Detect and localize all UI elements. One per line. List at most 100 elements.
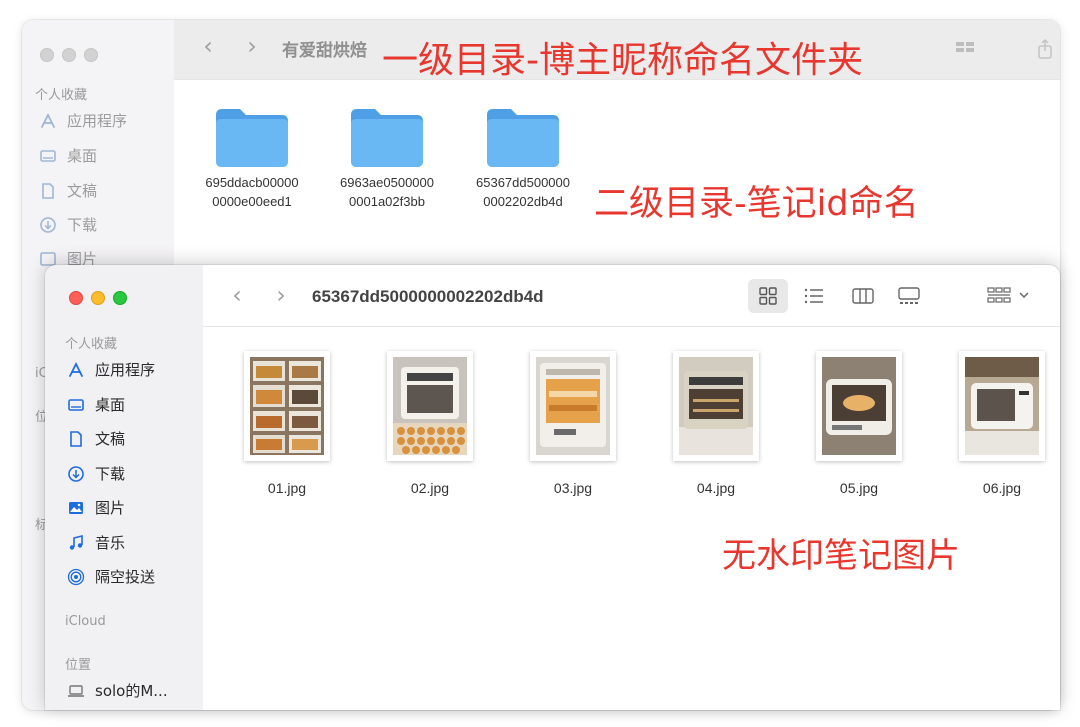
oven-white-photo [965,357,1039,455]
folder-name-line2: 0000e00eed1 [212,194,292,209]
folder-name-line2: 0001a02f3bb [349,194,425,209]
sidebar-item-label: 下载 [95,465,126,483]
zoom-button[interactable] [113,291,127,305]
columns-icon [852,288,874,304]
image-thumbnail[interactable] [816,351,902,461]
sidebar-item-label: 桌面 [67,147,98,165]
back-share-icon[interactable] [1034,38,1056,60]
sidebar-item-documents[interactable]: 文稿 [66,428,125,449]
sidebar-item-label: 隔空投送 [95,568,156,586]
folder-item[interactable]: 65367dd500000 0002202db4d [461,105,585,211]
oven-cake-photo [822,357,896,455]
oven-cookies-photo [393,357,467,455]
column-view-button[interactable] [849,285,877,307]
document-icon [38,181,58,201]
sidebar-item-airdrop[interactable]: 隔空投送 [66,566,155,587]
front-toolbar: ‹ › 65367dd5000000002202db4d [203,265,1060,327]
image-thumbnail[interactable] [673,351,759,461]
list-icon [804,288,823,304]
annotation-level2: 二级目录-笔记id命名 [594,184,919,224]
file-name: 02.jpg [410,480,450,496]
sidebar-item-label: 下载 [67,216,98,234]
image-thumbnail[interactable] [244,351,330,461]
sidebar-item-downloads[interactable]: 下载 [66,463,125,484]
front-sidebar: 个人收藏 应用程序 桌面 文稿 下载 图片 音乐 隔空投送 iCloud 位置 … [45,265,203,710]
front-window-controls [69,291,127,305]
back-zoom-button[interactable] [84,48,98,62]
pictures-icon [66,498,86,518]
image-thumbnail[interactable] [959,351,1045,461]
airdrop-icon [66,567,86,587]
sidebar-item-label: 文稿 [67,182,98,200]
back-group-icon[interactable] [954,38,976,60]
apps-icon [38,111,58,131]
folder-name-line1: 6963ae0500000 [340,175,434,190]
sidebar-section-icloud: iCloud [65,614,106,629]
back-sidebar-item-desktop[interactable]: 桌面 [38,145,97,166]
file-name: 01.jpg [267,480,307,496]
nav-forward-button[interactable]: › [269,283,293,307]
window-title: 65367dd5000000002202db4d [312,287,544,306]
folder-icon [190,105,314,173]
sidebar-item-mac[interactable]: solo的M... [66,680,168,701]
folder-icon [461,105,585,173]
sidebar-item-pictures[interactable]: 图片 [66,497,125,518]
back-sidebar-item-downloads[interactable]: 下载 [38,214,97,235]
nav-back-button[interactable]: ‹ [225,283,249,307]
gallery-view-button[interactable] [895,285,923,307]
music-icon [66,533,86,553]
sidebar-item-label: 应用程序 [67,112,128,130]
file-name: 04.jpg [696,480,736,496]
close-button[interactable] [69,291,83,305]
folder-name-line1: 695ddacb00000 [205,175,299,190]
gallery-icon [898,287,920,304]
file-name: 06.jpg [982,480,1022,496]
folder-name-line2: 0002202db4d [483,194,563,209]
sidebar-item-label: 文稿 [95,430,126,448]
sidebar-item-label: 桌面 [95,396,126,414]
grid-icon [759,287,777,305]
back-sidebar-item-documents[interactable]: 文稿 [38,180,97,201]
back-minimize-button[interactable] [62,48,76,62]
back-nav-back-button[interactable]: ‹ [196,34,220,58]
file-name: 03.jpg [553,480,593,496]
back-close-button[interactable] [40,48,54,62]
image-thumbnail[interactable] [387,351,473,461]
group-icon [987,287,1029,303]
back-sidebar-item-applications[interactable]: 应用程序 [38,110,127,131]
icon-view-button[interactable] [748,279,788,313]
sidebar-item-label: 音乐 [95,534,126,552]
sidebar-section-locations: 位置 [65,658,92,673]
annotation-images: 无水印笔记图片 [722,536,960,576]
folder-name-line1: 65367dd500000 [476,175,570,190]
annotation-level1: 一级目录-博主昵称命名文件夹 [382,40,863,81]
sidebar-item-desktop[interactable]: 桌面 [66,394,125,415]
laptop-icon [66,681,86,701]
back-nav-forward-button[interactable]: › [240,34,264,58]
download-icon [66,464,86,484]
sidebar-item-applications[interactable]: 应用程序 [66,359,155,380]
back-window-controls [40,48,98,62]
oven-baking-photo [536,357,610,455]
back-sidebar-section-favorites: 个人收藏 [35,88,88,103]
front-finder-window: 个人收藏 应用程序 桌面 文稿 下载 图片 音乐 隔空投送 iCloud 位置 … [45,265,1060,710]
back-window-title: 有爱甜烘焙 [282,41,367,60]
apps-icon [66,360,86,380]
group-by-button[interactable] [987,285,1033,307]
folder-icon [325,105,449,173]
oven-kitchen-photo [679,357,753,455]
folder-item[interactable]: 6963ae0500000 0001a02f3bb [325,105,449,211]
image-thumbnail[interactable] [530,351,616,461]
list-view-button[interactable] [801,285,827,307]
file-name: 05.jpg [839,480,879,496]
sidebar-item-label: 图片 [95,499,126,517]
sidebar-item-label: solo的M... [95,682,168,700]
folder-item[interactable]: 695ddacb00000 0000e00eed1 [190,105,314,211]
sidebar-section-favorites: 个人收藏 [65,337,118,352]
desktop-icon [38,146,58,166]
sidebar-item-music[interactable]: 音乐 [66,532,125,553]
minimize-button[interactable] [91,291,105,305]
download-icon [38,215,58,235]
oven-collage-photo [250,357,324,455]
document-icon [66,429,86,449]
